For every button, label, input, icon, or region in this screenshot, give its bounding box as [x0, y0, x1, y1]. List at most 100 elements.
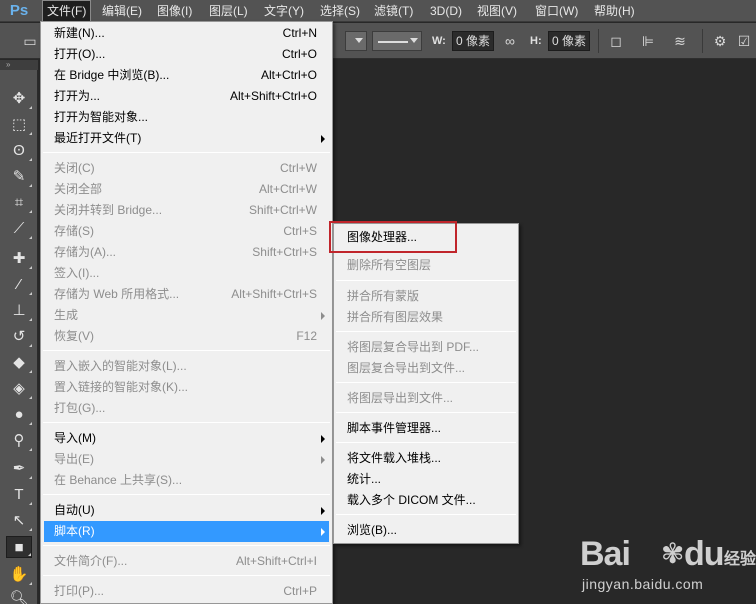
path-alignment-icon[interactable]: ⊫: [638, 30, 658, 52]
path-operations-icon[interactable]: ◻: [606, 30, 626, 52]
pen-tool-icon[interactable]: ✒: [6, 458, 32, 480]
menu-edit[interactable]: 编辑(E): [98, 0, 146, 22]
hand-tool-icon[interactable]: ✋: [6, 564, 32, 586]
menu-item-layer-comps-to-pdf[interactable]: 将图层复合导出到 PDF...: [337, 337, 515, 358]
menu-item-load-multiple-dicom[interactable]: 载入多个 DICOM 文件...: [337, 490, 515, 511]
menu-item-delete-empty-layers[interactable]: 删除所有空图层: [337, 255, 515, 276]
menu-divider: [43, 575, 330, 576]
move-tool-icon[interactable]: ✥: [6, 88, 32, 110]
lasso-tool-icon[interactable]: ʘ: [6, 140, 32, 162]
gear-icon[interactable]: ⚙: [710, 30, 730, 52]
menu-item-open-as-smart-object[interactable]: 打开为智能对象...: [44, 107, 329, 128]
menu-item-browse[interactable]: 浏览(B)...: [337, 520, 515, 541]
panel-grip[interactable]: »: [0, 60, 38, 70]
menu-divider: [336, 514, 516, 515]
submenu-arrow-icon: [321, 312, 325, 320]
dodge-tool-icon[interactable]: ⚲: [6, 430, 32, 452]
paint-bucket-tool-icon[interactable]: ◈: [6, 378, 32, 400]
width-label: W:: [432, 35, 446, 47]
menu-item-save[interactable]: 存储(S) Ctrl+S: [44, 221, 329, 242]
menu-divider: [43, 152, 330, 153]
menu-3d[interactable]: 3D(D): [426, 0, 466, 22]
clone-stamp-tool-icon[interactable]: ⊥: [6, 300, 32, 322]
blur-tool-icon[interactable]: ●: [6, 404, 32, 426]
menu-item-save-as[interactable]: 存储为(A)... Shift+Ctrl+S: [44, 242, 329, 263]
height-label: H:: [530, 35, 542, 47]
menu-type[interactable]: 文字(Y): [260, 0, 308, 22]
rectangle-tool-icon[interactable]: ■: [6, 536, 32, 558]
menu-item-close-all[interactable]: 关闭全部 Alt+Ctrl+W: [44, 179, 329, 200]
baidu-jingyan-watermark: Bai ✾ du 经验 jingyan.baidu.com: [576, 533, 756, 603]
menu-item-open-recent[interactable]: 最近打开文件(T): [44, 128, 329, 149]
eraser-tool-icon[interactable]: ◆: [6, 352, 32, 374]
menu-window[interactable]: 窗口(W): [531, 0, 582, 22]
submenu-arrow-icon: [321, 456, 325, 464]
menu-item-save-for-web[interactable]: 存储为 Web 所用格式... Alt+Shift+Ctrl+S: [44, 284, 329, 305]
menu-divider: [336, 382, 516, 383]
menu-item-package[interactable]: 打包(G)...: [44, 398, 329, 419]
path-selection-tool-icon[interactable]: ↖: [6, 510, 32, 532]
menu-divider: [43, 350, 330, 351]
type-tool-icon[interactable]: T: [6, 484, 32, 506]
menu-item-revert[interactable]: 恢复(V) F12: [44, 326, 329, 347]
photoshop-logo: Ps: [9, 2, 29, 19]
eyedropper-tool-icon[interactable]: ⟋: [6, 218, 32, 240]
spot-healing-tool-icon[interactable]: ✚: [6, 248, 32, 270]
menu-item-statistics[interactable]: 统计...: [337, 469, 515, 490]
link-icon[interactable]: ∞: [500, 30, 520, 52]
menu-item-print[interactable]: 打印(P)... Ctrl+P: [44, 581, 329, 602]
menu-item-generate[interactable]: 生成: [44, 305, 329, 326]
menu-item-open-as[interactable]: 打开为... Alt+Shift+Ctrl+O: [44, 86, 329, 107]
height-field[interactable]: 0 像素: [548, 31, 590, 51]
menu-item-place-embedded[interactable]: 置入嵌入的智能对象(L)...: [44, 356, 329, 377]
menu-item-open[interactable]: 打开(O)... Ctrl+O: [44, 44, 329, 65]
paw-icon: ✾: [661, 538, 685, 569]
menu-item-layer-comps-to-files[interactable]: 图层复合导出到文件...: [337, 358, 515, 379]
menu-divider: [336, 442, 516, 443]
marquee-tool-icon[interactable]: ⬚: [6, 114, 32, 136]
quick-selection-tool-icon[interactable]: ✎: [6, 166, 32, 188]
menu-item-scripts[interactable]: 脚本(R): [44, 521, 329, 542]
menu-item-import[interactable]: 导入(M): [44, 428, 329, 449]
menu-item-load-files-into-stack[interactable]: 将文件载入堆栈...: [337, 448, 515, 469]
menu-view[interactable]: 视图(V): [473, 0, 521, 22]
menu-divider: [43, 494, 330, 495]
width-field[interactable]: 0 像素: [452, 31, 494, 51]
menu-item-script-events-manager[interactable]: 脚本事件管理器...: [337, 418, 515, 439]
menu-item-export[interactable]: 导出(E): [44, 449, 329, 470]
menu-item-close[interactable]: 关闭(C) Ctrl+W: [44, 158, 329, 179]
menu-item-flatten-all-masks[interactable]: 拼合所有蒙版: [337, 286, 515, 307]
menu-item-close-and-go-to-bridge[interactable]: 关闭并转到 Bridge... Shift+Ctrl+W: [44, 200, 329, 221]
menu-item-browse-in-bridge[interactable]: 在 Bridge 中浏览(B)... Alt+Ctrl+O: [44, 65, 329, 86]
path-arrangement-icon[interactable]: ≋: [670, 30, 690, 52]
menu-filter[interactable]: 滤镜(T): [370, 0, 417, 22]
brush-tool-icon[interactable]: ⁄: [6, 274, 32, 296]
watermark-brand-right: du: [684, 535, 725, 573]
menu-select[interactable]: 选择(S): [316, 0, 364, 22]
menu-item-flatten-all-layer-effects[interactable]: 拼合所有图层效果: [337, 307, 515, 328]
menu-file[interactable]: 文件(F): [42, 0, 92, 22]
menu-item-automate[interactable]: 自动(U): [44, 500, 329, 521]
menu-item-place-linked[interactable]: 置入链接的智能对象(K)...: [44, 377, 329, 398]
watermark-jingyan: 经验: [724, 551, 756, 568]
menu-item-export-layers-to-files[interactable]: 将图层导出到文件...: [337, 388, 515, 409]
menu-item-share-on-behance[interactable]: 在 Behance 上共享(S)...: [44, 470, 329, 491]
scripts-submenu: 图像处理器... 删除所有空图层 拼合所有蒙版 拼合所有图层效果 将图层复合导出…: [333, 223, 519, 544]
menu-layer[interactable]: 图层(L): [205, 0, 252, 22]
zoom-tool-icon[interactable]: 🔍︎: [6, 588, 32, 604]
rectangle-preset-icon[interactable]: ▭: [20, 30, 40, 52]
stroke-type-dropdown[interactable]: [372, 31, 422, 51]
menu-item-file-info[interactable]: 文件简介(F)... Alt+Shift+Ctrl+I: [44, 551, 329, 572]
submenu-arrow-icon: [321, 528, 325, 536]
file-menu: 新建(N)... Ctrl+N 打开(O)... Ctrl+O 在 Bridge 中…: [40, 21, 333, 604]
fill-dropdown[interactable]: [345, 31, 367, 51]
menu-item-check-in[interactable]: 签入(I)...: [44, 263, 329, 284]
menu-help[interactable]: 帮助(H): [590, 0, 639, 22]
menu-image[interactable]: 图像(I): [153, 0, 196, 22]
menu-item-new[interactable]: 新建(N)... Ctrl+N: [44, 23, 329, 44]
separator: [598, 29, 599, 53]
crop-tool-icon[interactable]: ⌗: [6, 192, 32, 214]
watermark-url: jingyan.baidu.com: [582, 576, 704, 592]
align-edges-checkbox-icon[interactable]: ☑: [734, 30, 754, 52]
history-brush-tool-icon[interactable]: ↺: [6, 326, 32, 348]
